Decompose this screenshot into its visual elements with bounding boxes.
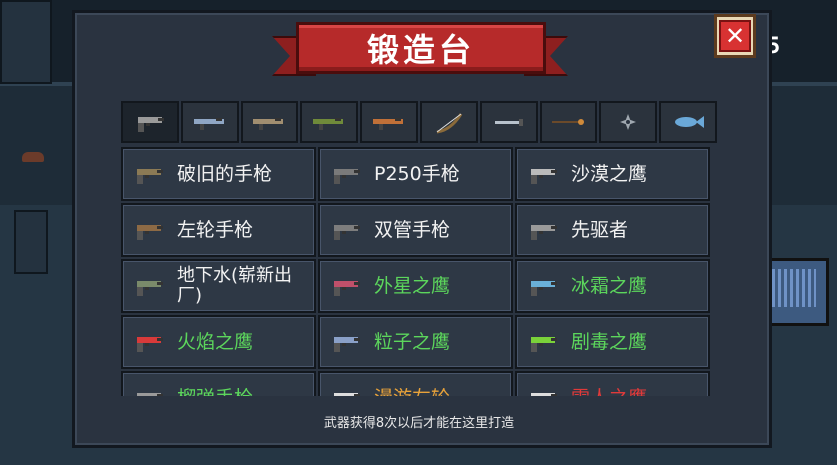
- snowman-gun-icon: [525, 386, 561, 396]
- weapon-item[interactable]: 先驱者: [515, 203, 710, 257]
- weapon-item[interactable]: 地下水(崭新出厂): [121, 259, 316, 313]
- tab-blaster[interactable]: [180, 101, 239, 143]
- title-banner: 锻造台: [272, 18, 568, 76]
- tab-launcher[interactable]: [360, 101, 418, 143]
- double-barrel-icon: [328, 218, 364, 242]
- close-button[interactable]: ✕: [714, 14, 756, 58]
- smg-icon: [131, 274, 167, 298]
- shuriken-icon: [608, 110, 648, 134]
- fish-icon: [668, 110, 708, 134]
- weapon-name: 冰霜之鹰: [571, 275, 648, 297]
- page-title: 锻造台: [366, 31, 475, 69]
- weapon-item[interactable]: 雪人之鹰: [515, 371, 710, 396]
- weapon-name: 粒子之鹰: [374, 331, 451, 353]
- forge-hint: 武器获得8次以后才能在这里打造: [323, 416, 515, 431]
- weapon-item[interactable]: 冰霜之鹰: [515, 259, 710, 313]
- weapon-name: 榴弹手枪: [177, 387, 253, 396]
- pistol-icon: [131, 162, 167, 186]
- weapon-name: P250手枪: [374, 163, 460, 185]
- revolver-icon: [131, 218, 167, 242]
- weapon-name: 地下水(崭新出厂): [177, 265, 293, 306]
- pistol-icon: [130, 110, 170, 134]
- pioneer-icon: [525, 218, 561, 242]
- weapon-item[interactable]: 榴弹手枪: [121, 371, 316, 396]
- weapon-item[interactable]: 外星之鹰: [318, 259, 513, 313]
- weapon-name: 沙漠之鹰: [571, 163, 648, 185]
- tab-rifle[interactable]: [240, 101, 299, 143]
- background-monitor: [763, 258, 829, 326]
- weapon-item[interactable]: 火焰之鹰: [121, 315, 316, 369]
- tab-shuriken[interactable]: [599, 101, 658, 143]
- toxic-gun-icon: [525, 330, 561, 354]
- weapon-name: 左轮手枪: [177, 219, 254, 241]
- weapon-name: 破旧的手枪: [177, 163, 273, 185]
- weapon-category-tabs: [121, 101, 717, 143]
- background-creature: [22, 152, 44, 162]
- weapon-list[interactable]: 破旧的手枪 P250手枪 沙漠之鹰左轮手枪 双管手枪 先驱者地下水(崭新出厂) 外星之鹰 冰…: [121, 147, 715, 396]
- shotgun-icon: [309, 110, 349, 134]
- weapon-item[interactable]: 粒子之鹰: [318, 315, 513, 369]
- weapon-item[interactable]: 沙漠之鹰: [515, 147, 710, 201]
- pistol-icon: [328, 162, 364, 186]
- particle-gun-icon: [328, 330, 364, 354]
- bow-icon: [429, 110, 469, 134]
- launcher-icon: [369, 110, 409, 134]
- weapon-name: 火焰之鹰: [177, 331, 254, 353]
- weapon-name: 雪人之鹰: [571, 387, 647, 396]
- weapon-item[interactable]: 破旧的手枪: [121, 147, 316, 201]
- weapon-name: 先驱者: [571, 219, 629, 241]
- deagle-icon: [525, 162, 561, 186]
- background-wall-block: [0, 0, 52, 84]
- weapon-item[interactable]: 双管手枪: [318, 203, 513, 257]
- weapon-item[interactable]: 左轮手枪: [121, 203, 316, 257]
- tab-staff[interactable]: [539, 101, 598, 143]
- weapon-name: 漫游左轮: [374, 387, 450, 396]
- weapon-item[interactable]: 漫游左轮: [318, 371, 513, 396]
- staff-icon: [548, 110, 588, 134]
- tab-shotgun[interactable]: [300, 101, 359, 143]
- tab-fish[interactable]: [659, 101, 717, 143]
- tab-sword[interactable]: [479, 101, 538, 143]
- grenade-pistol-icon: [131, 386, 167, 396]
- background-pillar: [14, 210, 48, 274]
- weapon-grid: 破旧的手枪 P250手枪 沙漠之鹰左轮手枪 双管手枪 先驱者地下水(崭新出厂) 外星之鹰 冰…: [121, 147, 715, 396]
- weapon-item[interactable]: 剧毒之鹰: [515, 315, 710, 369]
- blaster-icon: [190, 110, 230, 134]
- weapon-name: 双管手枪: [374, 219, 451, 241]
- frost-gun-icon: [525, 274, 561, 298]
- weapon-item[interactable]: P250手枪: [318, 147, 513, 201]
- sword-icon: [489, 110, 529, 134]
- weapon-name: 外星之鹰: [374, 275, 451, 297]
- close-icon: ✕: [719, 20, 751, 52]
- banner-ribbon: 锻造台: [296, 22, 546, 74]
- rifle-icon: [249, 110, 289, 134]
- weapon-name: 剧毒之鹰: [571, 331, 648, 353]
- alien-gun-icon: [328, 274, 364, 298]
- roam-revolver-icon: [328, 386, 364, 396]
- tab-pistol[interactable]: [121, 101, 179, 143]
- tab-bow[interactable]: [419, 101, 478, 143]
- flame-gun-icon: [131, 330, 167, 354]
